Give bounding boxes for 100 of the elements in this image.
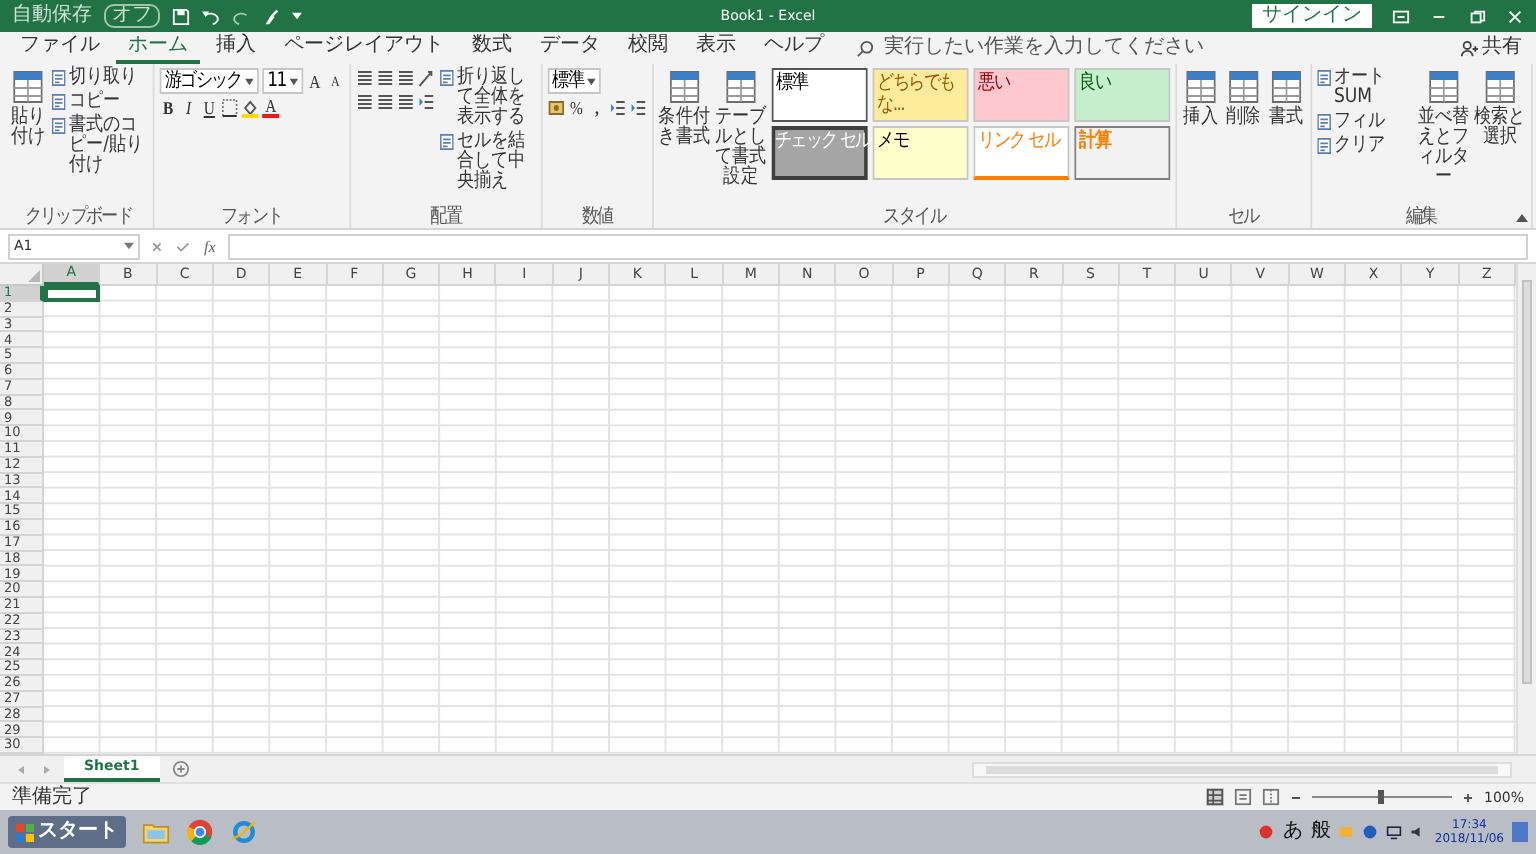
cell-style-option[interactable]: どちらでもな...: [872, 68, 968, 122]
indent-icon[interactable]: [608, 98, 626, 118]
tray-app-icon[interactable]: [1258, 824, 1275, 840]
align-icon[interactable]: [376, 68, 394, 88]
format-button[interactable]: A: [262, 98, 280, 118]
align-icon[interactable]: [396, 92, 414, 112]
command-icon: [51, 118, 66, 134]
autosave-toggle[interactable]: オフ: [104, 4, 160, 28]
horizontal-scrollbar[interactable]: [972, 761, 1512, 777]
active-cell[interactable]: [44, 286, 101, 302]
save-icon[interactable]: [172, 7, 190, 25]
ime-mode[interactable]: あ: [1282, 822, 1303, 842]
ribbon-command-button[interactable]: 折り返して全体を表示する: [439, 68, 536, 128]
indent-icon[interactable]: [417, 92, 435, 112]
start-button[interactable]: スタート: [8, 816, 126, 848]
page-layout-icon[interactable]: [1233, 788, 1252, 806]
formula-field[interactable]: [227, 233, 1528, 259]
ime-mode[interactable]: 般: [1310, 822, 1331, 842]
format-button[interactable]: I: [180, 98, 198, 118]
cell-style-option[interactable]: 良い: [1074, 68, 1170, 122]
ribbon-command-button[interactable]: テーブルとして書式設定: [714, 68, 767, 190]
caret-icon: [586, 77, 596, 85]
zoom-out-icon[interactable]: [1289, 791, 1302, 803]
collapse-ribbon-icon[interactable]: [1516, 214, 1528, 222]
fill-color-icon[interactable]: [241, 98, 259, 118]
format-button[interactable]: ,: [588, 98, 606, 118]
maximize-icon[interactable]: [1468, 7, 1486, 25]
ribbon-tab[interactable]: 表示: [684, 32, 748, 64]
ribbon-command-button[interactable]: 削除: [1224, 68, 1263, 130]
command-icon: [667, 70, 702, 106]
add-sheet-icon[interactable]: [171, 760, 190, 778]
close-icon[interactable]: [1506, 7, 1524, 25]
enter-icon[interactable]: [174, 237, 192, 255]
command-icon: [1226, 70, 1261, 106]
scroll-thumb[interactable]: [1522, 280, 1532, 684]
align-icon[interactable]: [396, 68, 414, 88]
format-button[interactable]: B: [159, 98, 177, 118]
redo-icon[interactable]: [232, 7, 250, 25]
align-icon[interactable]: [355, 68, 373, 88]
ribbon-tab[interactable]: 数式: [460, 32, 524, 64]
ribbon-tab[interactable]: 挿入: [204, 32, 268, 64]
ribbon-tab[interactable]: ページレイアウト: [272, 32, 456, 64]
command-icon: [1268, 70, 1304, 106]
customize-caret-icon[interactable]: [292, 12, 302, 20]
vertical-scrollbar[interactable]: [1516, 264, 1536, 754]
ribbon-command-button[interactable]: 並べ替えとフィルター: [1417, 68, 1469, 190]
share-button[interactable]: 共有: [1454, 36, 1528, 60]
indent-icon[interactable]: [629, 98, 647, 118]
normal-view-icon[interactable]: [1205, 788, 1224, 806]
command-icon: [1316, 70, 1331, 86]
command-icon: [51, 94, 66, 110]
border-icon[interactable]: [221, 98, 239, 118]
command-icon: [1316, 138, 1331, 154]
dropdown-field[interactable]: 游ゴシック: [159, 68, 259, 94]
dropdown-field[interactable]: 標準: [547, 68, 601, 94]
ribbon-display-icon[interactable]: [1392, 7, 1410, 25]
align-icon[interactable]: [376, 92, 394, 112]
ribbon-command-button[interactable]: オート SUM: [1316, 68, 1413, 108]
browser-icon[interactable]: [186, 818, 214, 846]
currency-icon[interactable]: [547, 98, 565, 118]
insert-function-button[interactable]: fx: [200, 237, 220, 255]
group-label: スタイル: [883, 206, 945, 228]
ribbon-command-button[interactable]: 書式: [1267, 68, 1305, 130]
brush-icon[interactable]: [262, 7, 280, 25]
ribbon-command-button[interactable]: 条件付き書式: [658, 68, 710, 150]
network-icon[interactable]: [1386, 824, 1403, 840]
ribbon-command-button[interactable]: 貼り付け: [9, 68, 47, 150]
zoom-thumb[interactable]: [1378, 790, 1385, 804]
format-button[interactable]: %: [567, 98, 585, 118]
page-break-icon[interactable]: [1261, 788, 1280, 806]
triangle-icon: [28, 270, 40, 282]
ribbon-tab[interactable]: データ: [528, 32, 612, 64]
sign-in-button[interactable]: サインイン: [1252, 4, 1372, 28]
ribbon-command-button[interactable]: 挿入: [1181, 68, 1220, 130]
ribbon-tab[interactable]: ヘルプ: [752, 32, 836, 64]
cell-style-option[interactable]: メモ: [872, 126, 968, 180]
ribbon-command-button[interactable]: フィル: [1316, 112, 1386, 132]
tell-me-field[interactable]: 実行したい作業を入力してください: [884, 38, 1204, 58]
align-icon[interactable]: [355, 92, 373, 112]
zoom-in-icon[interactable]: [1461, 791, 1474, 803]
share-icon: [1460, 39, 1478, 57]
diagonal-text-icon[interactable]: [417, 68, 435, 88]
format-button[interactable]: U: [200, 98, 218, 118]
search-icon[interactable]: [856, 39, 874, 57]
cell-style-option[interactable]: 悪い: [973, 68, 1069, 122]
ribbon-command-button[interactable]: 検索と選択: [1474, 68, 1526, 150]
ribbon-tab[interactable]: 校閲: [616, 32, 680, 64]
ribbon-command-button[interactable]: 切り取り: [51, 68, 138, 88]
undo-icon[interactable]: [202, 7, 220, 25]
caret-icon: [289, 77, 298, 85]
ribbon-command-button[interactable]: クリア: [1316, 136, 1386, 156]
ribbon-command-button[interactable]: セルを結合して中央揃え: [439, 132, 536, 192]
format-button[interactable]: A: [306, 71, 324, 91]
dropdown-field[interactable]: 11: [262, 68, 303, 94]
status-text: 準備完了: [12, 787, 92, 807]
cancel-icon[interactable]: [148, 237, 166, 255]
cell-style-option[interactable]: 標準: [771, 68, 868, 122]
ribbon-command-button[interactable]: 書式のコピー/貼り付け: [51, 116, 148, 176]
ribbon-tab[interactable]: ファイル: [8, 32, 112, 64]
ribbon-command-button[interactable]: コピー: [51, 92, 121, 112]
